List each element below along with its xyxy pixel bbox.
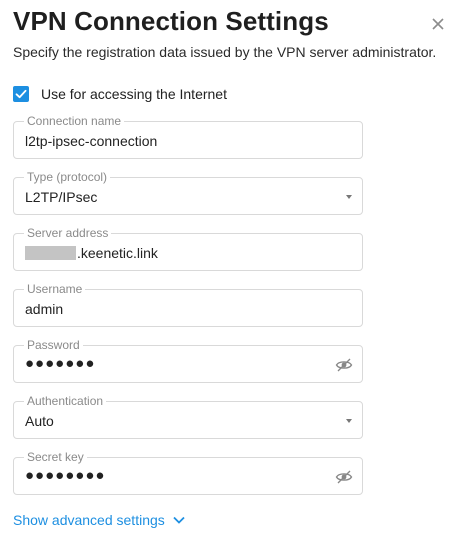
server-address-value-wrap: .keenetic.link bbox=[25, 245, 158, 261]
protocol-value: L2TP/IPsec bbox=[25, 189, 98, 205]
dialog-title: VPN Connection Settings bbox=[13, 6, 329, 36]
dialog-subtitle: Specify the registration data issued by … bbox=[13, 44, 437, 60]
password-label: Password bbox=[24, 337, 83, 353]
password-field[interactable]: Password ●●●●●●● bbox=[13, 337, 363, 383]
protocol-select[interactable]: Type (protocol) L2TP/IPsec bbox=[13, 169, 363, 215]
connection-name-field[interactable]: Connection name l2tp-ipsec-connection bbox=[13, 113, 363, 159]
redacted-block bbox=[25, 246, 76, 260]
server-address-value: .keenetic.link bbox=[77, 245, 158, 261]
eye-off-icon[interactable] bbox=[335, 356, 353, 374]
secret-key-field[interactable]: Secret key ●●●●●●●● bbox=[13, 449, 363, 495]
show-advanced-settings-label: Show advanced settings bbox=[13, 512, 165, 528]
caret-down-icon bbox=[346, 419, 352, 423]
server-address-field[interactable]: Server address .keenetic.link bbox=[13, 225, 363, 271]
connection-name-value: l2tp-ipsec-connection bbox=[25, 133, 158, 149]
username-field[interactable]: Username admin bbox=[13, 281, 363, 327]
authentication-select[interactable]: Authentication Auto bbox=[13, 393, 363, 439]
close-icon[interactable] bbox=[428, 14, 448, 34]
internet-checkbox[interactable] bbox=[13, 86, 29, 102]
password-value: ●●●●●●● bbox=[25, 355, 96, 372]
caret-down-icon bbox=[346, 195, 352, 199]
protocol-label: Type (protocol) bbox=[24, 169, 111, 185]
secret-key-label: Secret key bbox=[24, 449, 87, 465]
internet-checkbox-row[interactable]: Use for accessing the Internet bbox=[13, 86, 227, 102]
secret-key-value: ●●●●●●●● bbox=[25, 467, 106, 484]
authentication-value: Auto bbox=[25, 413, 54, 429]
connection-name-label: Connection name bbox=[24, 113, 125, 129]
username-value: admin bbox=[25, 301, 64, 317]
show-advanced-settings-link[interactable]: Show advanced settings bbox=[13, 512, 185, 528]
authentication-label: Authentication bbox=[24, 393, 107, 409]
chevron-down-icon bbox=[173, 516, 185, 524]
eye-off-icon[interactable] bbox=[335, 468, 353, 486]
server-address-label: Server address bbox=[24, 225, 112, 241]
username-label: Username bbox=[24, 281, 86, 297]
internet-checkbox-label: Use for accessing the Internet bbox=[41, 86, 227, 102]
checkmark-icon bbox=[15, 89, 27, 99]
